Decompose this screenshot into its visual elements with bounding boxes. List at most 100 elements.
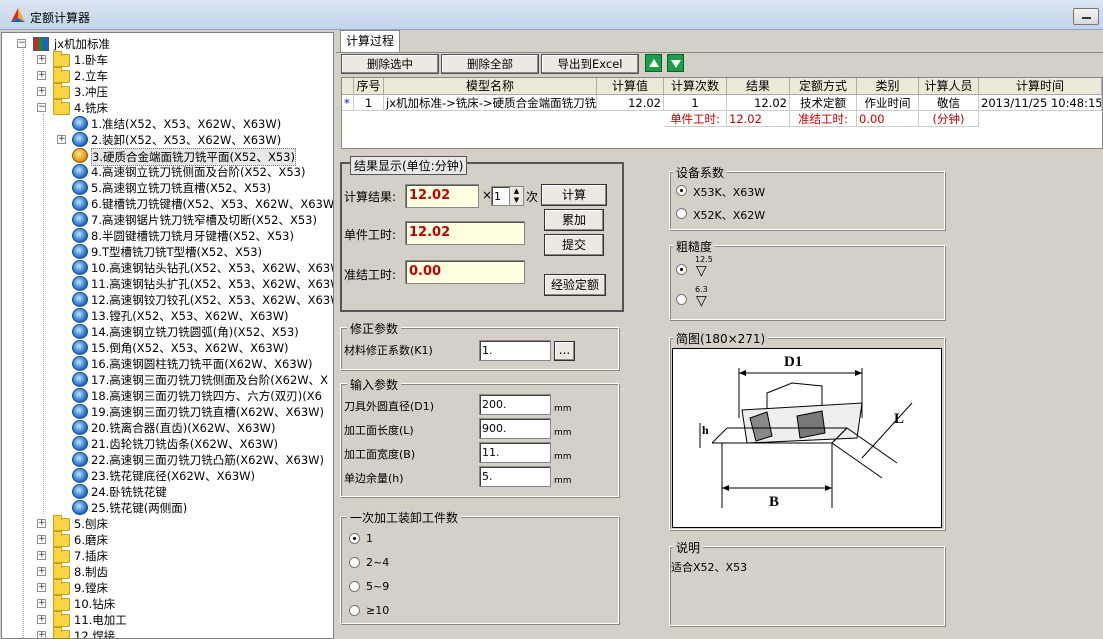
tree-expand-icon[interactable]: +: [37, 55, 46, 64]
input-field[interactable]: 11.: [479, 442, 551, 463]
spinner-arrows-icon[interactable]: ▲ ▼: [509, 187, 523, 205]
tree-expand-icon[interactable]: +: [37, 551, 46, 560]
radio-option[interactable]: ≥10: [349, 603, 469, 619]
tree-collapse-icon[interactable]: −: [37, 103, 46, 112]
tree-expand-icon[interactable]: +: [37, 519, 46, 528]
radio-button[interactable]: [676, 294, 687, 305]
grid-header[interactable]: 结果: [727, 78, 790, 95]
tree-item[interactable]: 14.高速钢立铣刀铣圆弧(角)(X52、X53): [2, 324, 332, 340]
delete-selected-button[interactable]: 删除选中: [341, 54, 439, 74]
tree-item[interactable]: 4.高速钢立铣刀铣侧面及台阶(X52、X53): [2, 164, 332, 180]
tree-item[interactable]: 6.键槽铣刀铣键槽(X52、X53、X62W、X63W): [2, 196, 333, 212]
grid-cell[interactable]: 12.02: [727, 95, 790, 111]
radio-button[interactable]: [676, 208, 687, 219]
tree-item[interactable]: 16.高速钢圆柱铣刀铣平面(X62W、X63W): [2, 356, 332, 372]
radio-option[interactable]: X52K、X62W: [676, 206, 796, 222]
move-down-button[interactable]: [667, 54, 684, 72]
tree-item[interactable]: 12.高速钢铰刀铰孔(X52、X53、X62W、X63W): [2, 292, 333, 308]
grid-cell[interactable]: jx机加标准->铣床->硬质合金端面铣刀铣: [384, 95, 597, 111]
tree-expand-icon[interactable]: +: [37, 583, 46, 592]
input-field[interactable]: 200.: [479, 394, 551, 415]
minimize-button[interactable]: [1073, 8, 1099, 25]
tree-item[interactable]: 24.卧铣铣花键: [2, 484, 332, 500]
move-up-button[interactable]: [645, 54, 662, 72]
input-field[interactable]: 900.: [479, 418, 551, 439]
grid-header[interactable]: 计算人员: [919, 78, 979, 95]
tree-item[interactable]: 23.铣花键底径(X62W、X63W): [2, 468, 332, 484]
tree-item[interactable]: 1.准结(X52、X53、X62W、X63W): [2, 116, 332, 132]
tree-category[interactable]: +1.卧车: [2, 51, 332, 68]
tree-item[interactable]: +2.装卸(X52、X53、X62W、X63W): [2, 132, 332, 148]
tree-category[interactable]: +7.插床: [2, 547, 332, 564]
tree-category[interactable]: − 4.铣床: [2, 99, 332, 116]
calc-button[interactable]: 计算: [541, 184, 607, 206]
tree-item[interactable]: 11.高速钢钻头扩孔(X52、X53、X62W、X63W): [2, 276, 333, 292]
tree-item[interactable]: 15.倒角(X52、X53、X62W、X63W): [2, 340, 332, 356]
grid-cell[interactable]: 作业时间: [857, 95, 919, 111]
tree-item[interactable]: 19.高速钢三面刃铣刀铣直槽(X62W、X63W): [2, 404, 332, 420]
grid-cell[interactable]: 敬信: [919, 95, 979, 111]
input-field[interactable]: 5.: [479, 466, 551, 487]
radio-option[interactable]: 6.3 ▽: [676, 285, 756, 314]
radio-option[interactable]: 5~9: [349, 579, 469, 595]
radio-option[interactable]: 2~4: [349, 555, 469, 571]
submit-button[interactable]: 提交: [544, 234, 604, 256]
grid-cell[interactable]: 1: [664, 95, 727, 111]
tree-item[interactable]: 20.铣离合器(直齿)(X62W、X63W): [2, 420, 332, 436]
grid-header[interactable]: 序号: [354, 78, 384, 95]
radio-option[interactable]: X53K、X63W: [676, 183, 796, 199]
grid-header[interactable]: 模型名称: [384, 78, 597, 95]
k1-browse-button[interactable]: ...: [554, 341, 575, 361]
tree-root[interactable]: − jx机加标准: [2, 36, 332, 52]
radio-button[interactable]: [349, 557, 360, 568]
tree-expand-icon[interactable]: +: [37, 535, 46, 544]
tree-expand-icon[interactable]: +: [37, 631, 46, 638]
tree-expand-icon[interactable]: +: [37, 87, 46, 96]
experience-quota-button[interactable]: 经验定额: [544, 274, 606, 296]
grid-cell[interactable]: 12.02: [597, 95, 664, 111]
tree-item[interactable]: 22.高速钢三面刃铣刀铣凸筋(X62W、X63W): [2, 452, 332, 468]
tree-category[interactable]: +10.钻床: [2, 595, 332, 612]
tree-expand-icon[interactable]: +: [37, 599, 46, 608]
tree-category[interactable]: +12.焊接: [2, 627, 332, 638]
grid-cell[interactable]: 1: [354, 95, 384, 111]
tree-expand-icon[interactable]: +: [57, 135, 66, 144]
tree-item[interactable]: 10.高速钢钻头钻孔(X52、X53、X62W、X63W): [2, 260, 333, 276]
tree-item[interactable]: 18.高速钢三面刃铣刀铣四方、六方(双刃)(X6: [2, 388, 332, 404]
tree-category[interactable]: +11.电加工: [2, 611, 332, 628]
tree-collapse-icon[interactable]: −: [17, 39, 26, 48]
model-tree[interactable]: − jx机加标准 +1.卧车 +2.立车 +3.冲压 −4.铣床 1.准结(X52、X53、…: [1, 32, 334, 639]
radio-button[interactable]: [349, 605, 360, 616]
tree-expand-icon[interactable]: +: [37, 71, 46, 80]
delete-all-button[interactable]: 删除全部: [441, 54, 539, 74]
tree-category[interactable]: +8.制齿: [2, 563, 332, 580]
grid-header[interactable]: 类别: [857, 78, 919, 95]
tree-category[interactable]: +9.镗床: [2, 579, 332, 596]
tab-calc-process[interactable]: 计算过程: [340, 30, 400, 52]
tree-expand-icon[interactable]: +: [37, 567, 46, 576]
multiplier-spinner[interactable]: 1 ▲ ▼: [491, 186, 524, 206]
grid-header[interactable]: 定额方式: [790, 78, 857, 95]
tree-item[interactable]: 5.高速钢立铣刀铣直槽(X52、X53): [2, 180, 332, 196]
tree-expand-icon[interactable]: +: [37, 615, 46, 624]
k1-input[interactable]: 1.: [479, 340, 551, 361]
tree-item[interactable]: 21.齿轮铣刀铣齿条(X62W、X63W): [2, 436, 332, 452]
export-excel-button[interactable]: 导出到Excel: [541, 54, 639, 74]
grid-header[interactable]: 计算时间: [979, 78, 1102, 95]
calc-grid[interactable]: 序号 模型名称 计算值 计算次数 结果 定额方式 类别 计算人员 计算时间 * 1 jx机加标准->铣…: [341, 77, 1103, 149]
tree-item[interactable]: 9.T型槽铣刀铣T型槽(X52、X53): [2, 244, 332, 260]
accumulate-button[interactable]: 累加: [544, 209, 604, 231]
grid-header[interactable]: 计算值: [597, 78, 664, 95]
grid-cell[interactable]: 2013/11/25 10:48:15: [979, 95, 1102, 111]
radio-option[interactable]: 12.5 ▽: [676, 255, 756, 284]
radio-button[interactable]: [349, 581, 360, 592]
tree-category[interactable]: +3.冲压: [2, 83, 332, 100]
grid-header[interactable]: 计算次数: [664, 78, 727, 95]
grid-cell[interactable]: 技术定额: [790, 95, 857, 111]
tree-category[interactable]: +5.刨床: [2, 515, 332, 532]
tree-category[interactable]: +2.立车: [2, 67, 332, 84]
tree-item[interactable]: 25.铣花键(两侧面): [2, 500, 332, 516]
radio-option[interactable]: 1: [349, 531, 469, 547]
radio-button[interactable]: [349, 533, 360, 544]
radio-button[interactable]: [676, 185, 687, 196]
